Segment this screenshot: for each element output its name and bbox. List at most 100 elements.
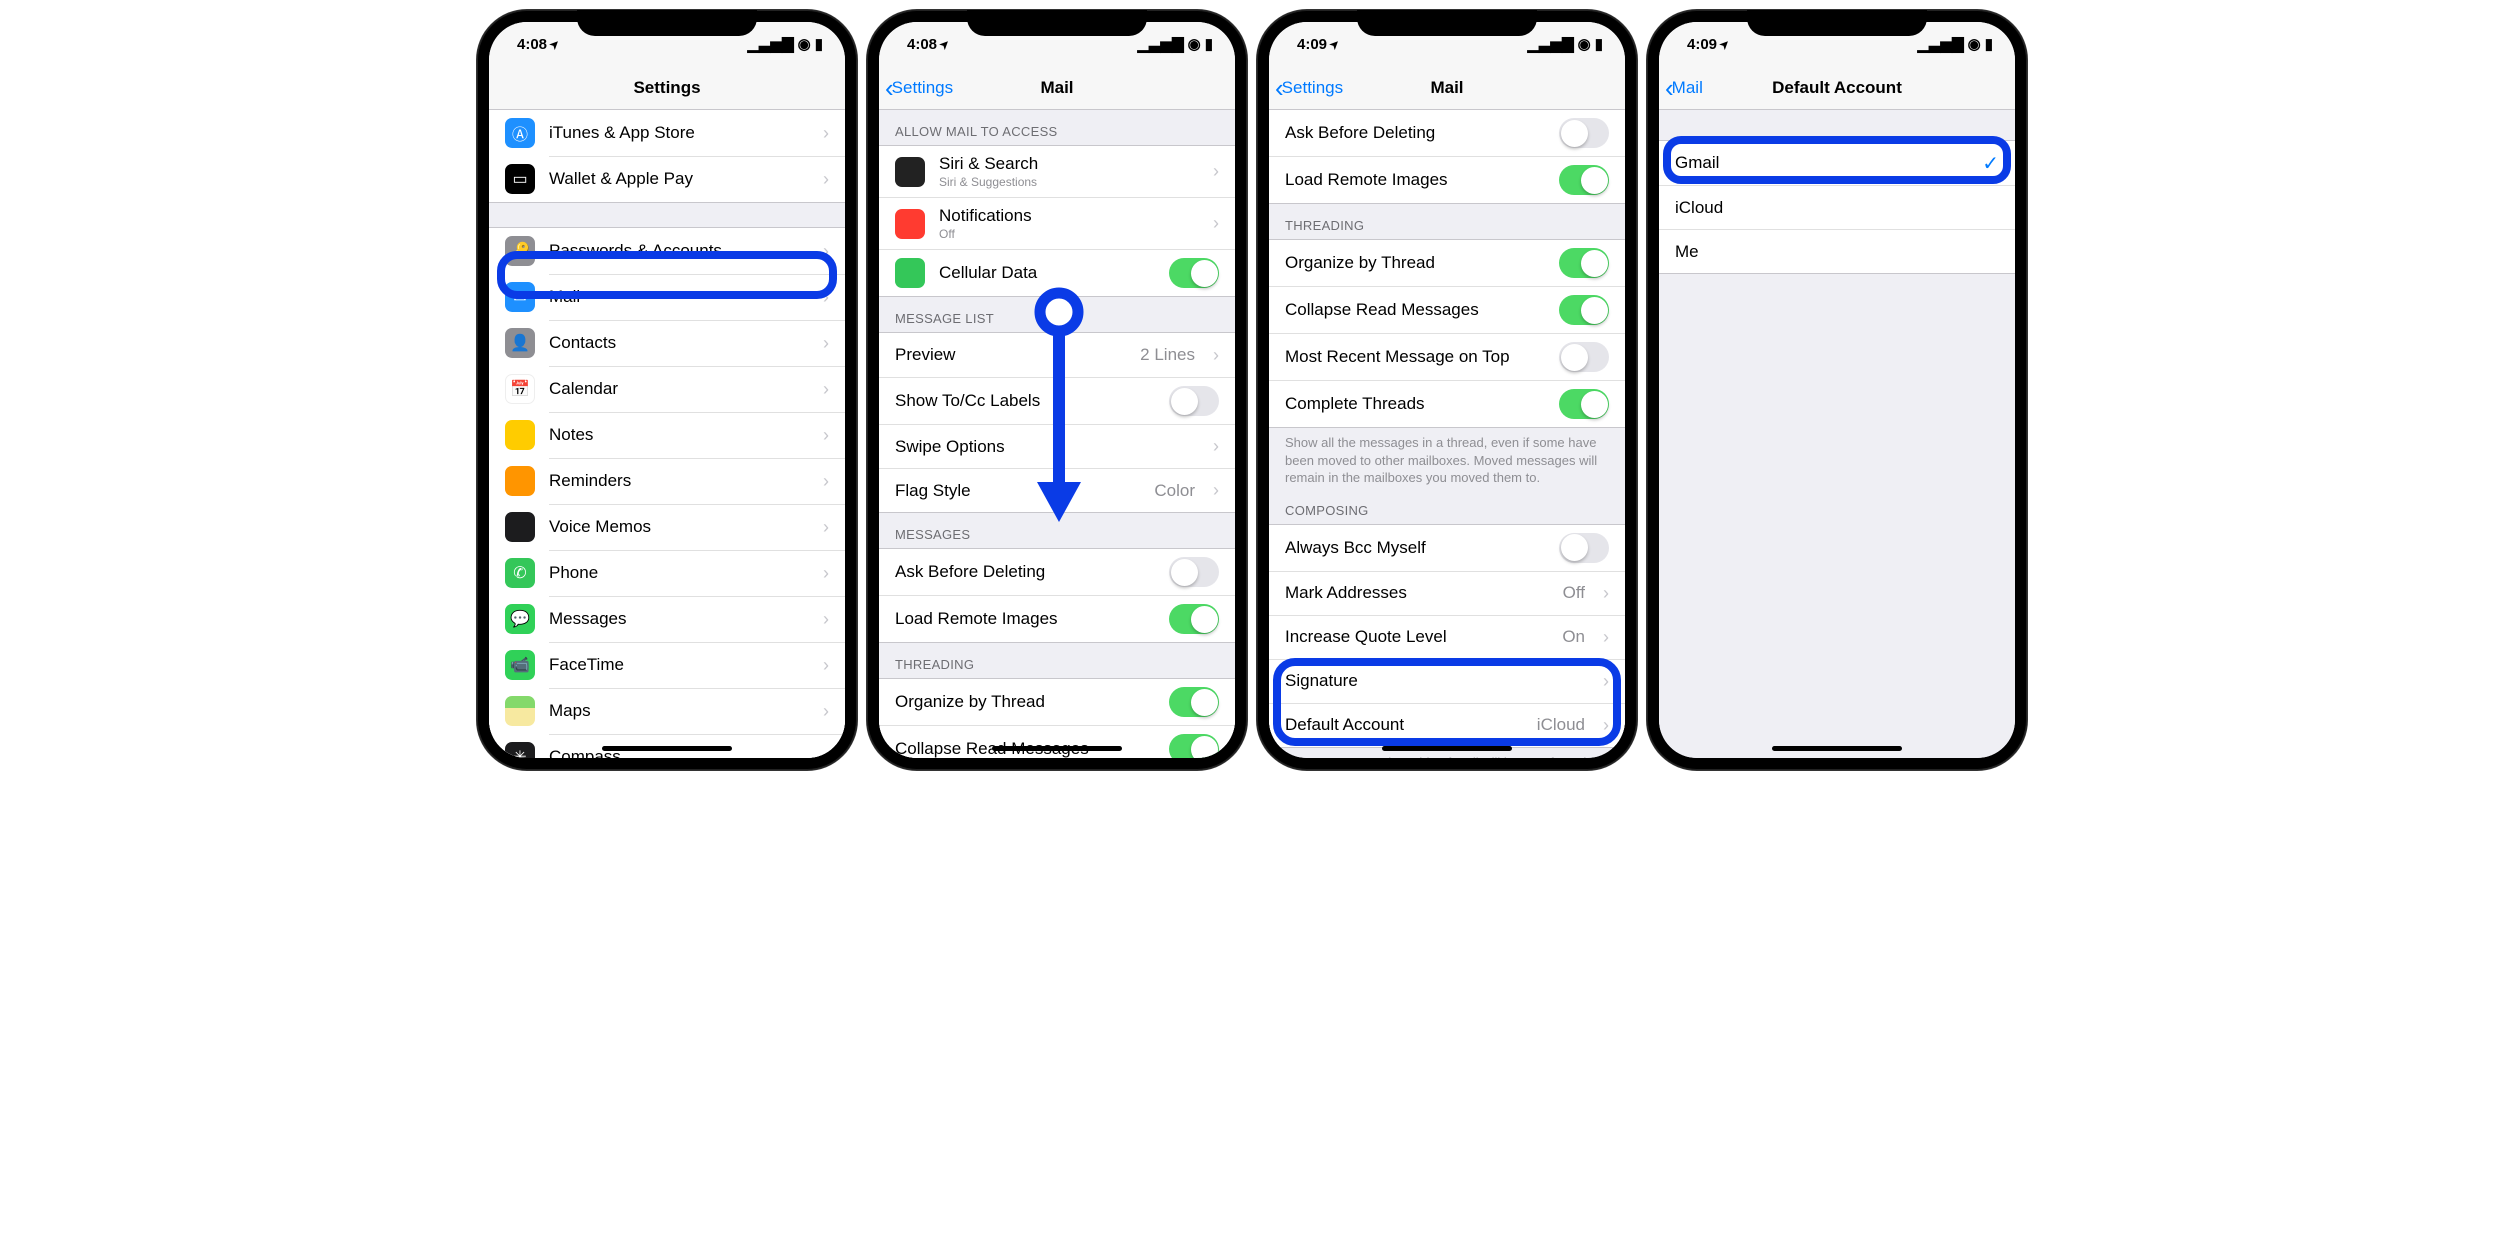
- row-icloud[interactable]: iCloud: [1659, 185, 2015, 229]
- mail-settings[interactable]: ALLOW MAIL TO ACCESS Siri & SearchSiri &…: [879, 110, 1235, 758]
- row-signature[interactable]: Signature›: [1269, 659, 1625, 703]
- row-voice-memos[interactable]: Voice Memos›: [489, 504, 845, 550]
- row-show-to-cc-labels[interactable]: Show To/Cc Labels: [879, 377, 1235, 424]
- nav-bar: ‹ Settings Mail: [879, 66, 1235, 110]
- row-default-account[interactable]: Default AccountiCloud›: [1269, 703, 1625, 747]
- row-ask-before-deleting[interactable]: Ask Before Deleting: [1269, 110, 1625, 156]
- toggle-switch[interactable]: [1169, 557, 1219, 587]
- gray-icon: 🔑: [505, 236, 535, 266]
- home-indicator[interactable]: [1382, 746, 1512, 751]
- row-sublabel: Off: [939, 227, 1199, 241]
- row-mail[interactable]: ✉Mail›: [489, 274, 845, 320]
- row-label: Messages: [549, 609, 809, 629]
- row-label: Maps: [549, 701, 809, 721]
- row-label: Passwords & Accounts: [549, 241, 809, 261]
- row-complete-threads[interactable]: Complete Threads: [1269, 380, 1625, 427]
- back-label: Settings: [892, 78, 953, 98]
- home-indicator[interactable]: [992, 746, 1122, 751]
- row-itunes-appstore[interactable]: Ⓐ iTunes & App Store ›: [489, 110, 845, 156]
- row-siri-search[interactable]: Siri & SearchSiri & Suggestions›: [879, 146, 1235, 197]
- back-button[interactable]: ‹ Settings: [1275, 75, 1343, 101]
- signal-icon: ▁▃▅▇: [747, 35, 793, 53]
- row-collapse-read-messages[interactable]: Collapse Read Messages: [1269, 286, 1625, 333]
- back-button[interactable]: ‹ Settings: [885, 75, 953, 101]
- row-label: Mail: [549, 287, 809, 307]
- row-phone[interactable]: ✆Phone›: [489, 550, 845, 596]
- phone-frame-3: 4:09 ➤ ▁▃▅▇ ◉ ▮ ‹ Settings Mail Ask Befo…: [1257, 10, 1637, 770]
- default-account-list[interactable]: Gmail✓ iCloud Me: [1659, 110, 2015, 758]
- msg-icon: 💬: [505, 604, 535, 634]
- row-flag-style[interactable]: Flag StyleColor›: [879, 468, 1235, 512]
- row-cellular-data[interactable]: Cellular Data: [879, 249, 1235, 296]
- home-indicator[interactable]: [1772, 746, 1902, 751]
- mail-settings-scrolled[interactable]: Ask Before DeletingLoad Remote Images TH…: [1269, 110, 1625, 758]
- status-time: 4:09: [1687, 36, 1717, 53]
- row-mark-addresses[interactable]: Mark AddressesOff›: [1269, 571, 1625, 615]
- row-reminders[interactable]: Reminders›: [489, 458, 845, 504]
- toggle-switch[interactable]: [1559, 533, 1609, 563]
- page-title: Mail: [1040, 78, 1073, 98]
- wifi-icon: ◉: [1968, 35, 1981, 53]
- row-swipe-options[interactable]: Swipe Options›: [879, 424, 1235, 468]
- row-label: Notifications: [939, 206, 1199, 226]
- row-gmail[interactable]: Gmail✓: [1659, 141, 2015, 185]
- toggle-switch[interactable]: [1169, 687, 1219, 717]
- red-cal-icon: 📅: [505, 374, 535, 404]
- section-footer: Show all the messages in a thread, even …: [1269, 428, 1625, 497]
- chevron-right-icon: ›: [823, 563, 829, 584]
- row-organize-by-thread[interactable]: Organize by Thread: [879, 679, 1235, 725]
- toggle-switch[interactable]: [1169, 734, 1219, 758]
- back-button[interactable]: ‹ Mail: [1665, 75, 1703, 101]
- phone-frame-4: 4:09 ➤ ▁▃▅▇ ◉ ▮ ‹ Mail Default Account G…: [1647, 10, 2027, 770]
- signal-icon: ▁▃▅▇: [1527, 35, 1573, 53]
- battery-icon: ▮: [1985, 35, 1993, 53]
- row-label: iCloud: [1675, 198, 1999, 218]
- row-label: Default Account: [1285, 715, 1523, 735]
- notch: [1747, 10, 1927, 36]
- row-sublabel: Siri & Suggestions: [939, 175, 1199, 189]
- row-messages[interactable]: 💬Messages›: [489, 596, 845, 642]
- status-time: 4:08: [517, 36, 547, 53]
- row-label: Flag Style: [895, 481, 1140, 501]
- battery-icon: ▮: [815, 35, 823, 53]
- row-collapse-read-messages[interactable]: Collapse Read Messages: [879, 725, 1235, 758]
- row-wallet[interactable]: ▭ Wallet & Apple Pay ›: [489, 156, 845, 202]
- row-passwords-accounts[interactable]: 🔑Passwords & Accounts›: [489, 228, 845, 274]
- row-load-remote-images[interactable]: Load Remote Images: [1269, 156, 1625, 203]
- settings-list[interactable]: Ⓐ iTunes & App Store › ▭ Wallet & Apple …: [489, 110, 845, 758]
- row-label: Notes: [549, 425, 809, 445]
- row-notifications[interactable]: NotificationsOff›: [879, 197, 1235, 249]
- toggle-switch[interactable]: [1559, 165, 1609, 195]
- row-preview[interactable]: Preview2 Lines›: [879, 333, 1235, 377]
- section-header: MESSAGE LIST: [879, 297, 1235, 332]
- toggle-switch[interactable]: [1559, 389, 1609, 419]
- row-calendar[interactable]: 📅Calendar›: [489, 366, 845, 412]
- phone-frame-1: 4:08 ➤ ▁▃▅▇ ◉ ▮ Settings Ⓐ iTunes & App …: [477, 10, 857, 770]
- row-organize-by-thread[interactable]: Organize by Thread: [1269, 240, 1625, 286]
- nav-bar: Settings: [489, 66, 845, 110]
- row-always-bcc-myself[interactable]: Always Bcc Myself: [1269, 525, 1625, 571]
- toggle-switch[interactable]: [1169, 604, 1219, 634]
- row-facetime[interactable]: 📹FaceTime›: [489, 642, 845, 688]
- toggle-switch[interactable]: [1559, 118, 1609, 148]
- row-label: Gmail: [1675, 153, 1968, 173]
- row-load-remote-images[interactable]: Load Remote Images: [879, 595, 1235, 642]
- row-notes[interactable]: Notes›: [489, 412, 845, 458]
- toggle-switch[interactable]: [1559, 342, 1609, 372]
- toggle-switch[interactable]: [1169, 386, 1219, 416]
- home-indicator[interactable]: [602, 746, 732, 751]
- notch: [1357, 10, 1537, 36]
- row-increase-quote-level[interactable]: Increase Quote LevelOn›: [1269, 615, 1625, 659]
- row-ask-before-deleting[interactable]: Ask Before Deleting: [879, 549, 1235, 595]
- screen-3: 4:09 ➤ ▁▃▅▇ ◉ ▮ ‹ Settings Mail Ask Befo…: [1269, 22, 1625, 758]
- row-contacts[interactable]: 👤Contacts›: [489, 320, 845, 366]
- row-most-recent-message-on-top[interactable]: Most Recent Message on Top: [1269, 333, 1625, 380]
- toggle-switch[interactable]: [1169, 258, 1219, 288]
- chevron-right-icon: ›: [823, 471, 829, 492]
- signal-icon: ▁▃▅▇: [1137, 35, 1183, 53]
- row-maps[interactable]: Maps›: [489, 688, 845, 734]
- toggle-switch[interactable]: [1559, 248, 1609, 278]
- chevron-right-icon: ›: [1213, 161, 1219, 182]
- row-me[interactable]: Me: [1659, 229, 2015, 273]
- toggle-switch[interactable]: [1559, 295, 1609, 325]
